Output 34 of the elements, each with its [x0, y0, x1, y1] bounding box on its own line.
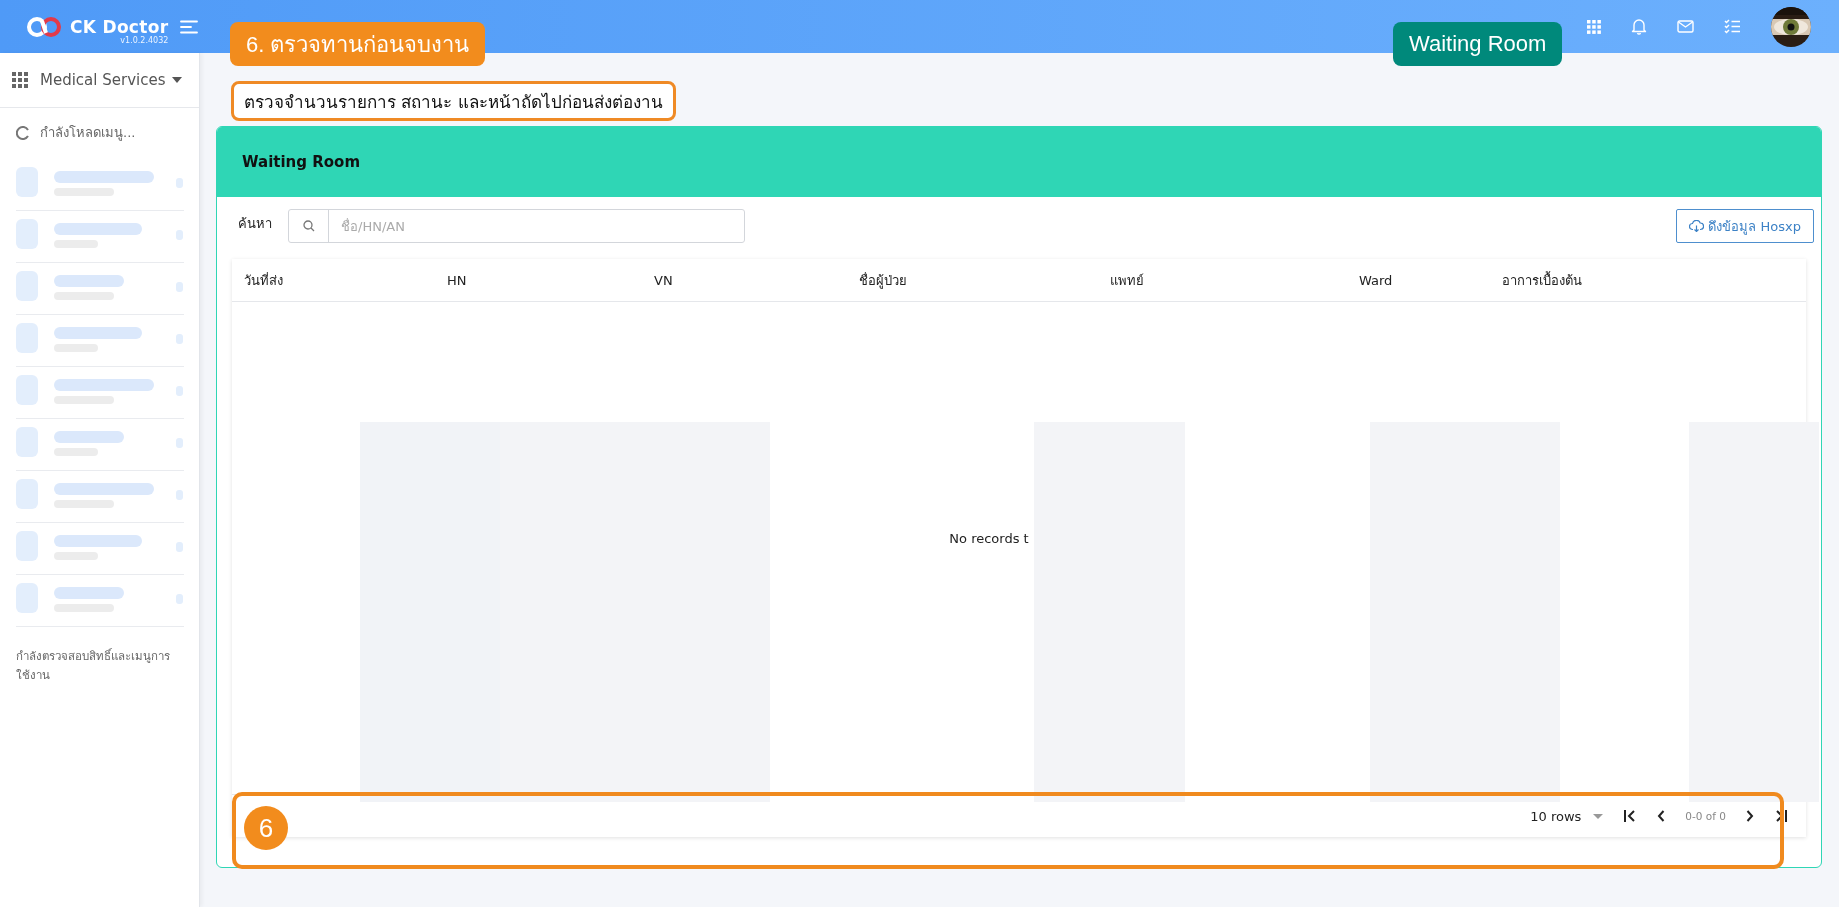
previous-page-icon[interactable] [1657, 810, 1666, 822]
checklist-icon[interactable] [1724, 19, 1741, 34]
status-text: กำลังตรวจสอบสิทธิ์และเมนูการใช้งาน [15, 647, 171, 684]
menu-icon[interactable] [180, 19, 199, 34]
search-field[interactable]: ชื่อ/HN/AN [288, 209, 745, 243]
page-range-text: 0-0 of 0 [1685, 810, 1726, 822]
app-name: CK Doctor [70, 16, 169, 37]
column-header: วันที่ส่ง [244, 271, 284, 290]
caret-icon [1593, 813, 1604, 819]
column-header: ชื่อผู้ป่วย [859, 271, 908, 291]
rows-per-page-dropdown[interactable]: 10 rows [1530, 808, 1604, 824]
caret-icon [171, 77, 182, 83]
next-page-icon[interactable] [1746, 810, 1754, 822]
logo-icon [26, 15, 62, 38]
cloud-download-icon [1689, 220, 1705, 232]
step-label: 6. ตรวจทานก่อนจบงาน [230, 22, 486, 66]
empty-message: No records t [949, 530, 1029, 546]
column-header: Ward [1359, 272, 1394, 288]
column-header: HN [447, 272, 468, 288]
column-header: VN [654, 272, 674, 288]
card-title: Waiting Room [242, 153, 360, 171]
apps-grid-icon [12, 72, 28, 88]
loading-text: กำลังโหลดเมนู... [40, 124, 136, 143]
spinner-icon [16, 125, 30, 140]
first-page-icon[interactable] [1623, 810, 1638, 822]
column-header: อาการเบื้องต้น [1502, 270, 1583, 290]
column-header: แพทย์ [1110, 271, 1145, 290]
last-page-icon[interactable] [1774, 810, 1788, 822]
fetch-data-button[interactable]: ดึงข้อมูล Hosxp [1676, 209, 1814, 243]
search-label: ค้นหา [238, 214, 272, 233]
instruction-note: ตรวจจำนวนรายการ สถานะ และหน้าถัดไปก่อนส่งต่องาน [231, 81, 676, 121]
page-badge: Waiting Room [1393, 22, 1563, 66]
menu-dropdown[interactable]: Medical Services [40, 71, 182, 89]
version-text: v1.0.2.4032 [120, 35, 169, 45]
